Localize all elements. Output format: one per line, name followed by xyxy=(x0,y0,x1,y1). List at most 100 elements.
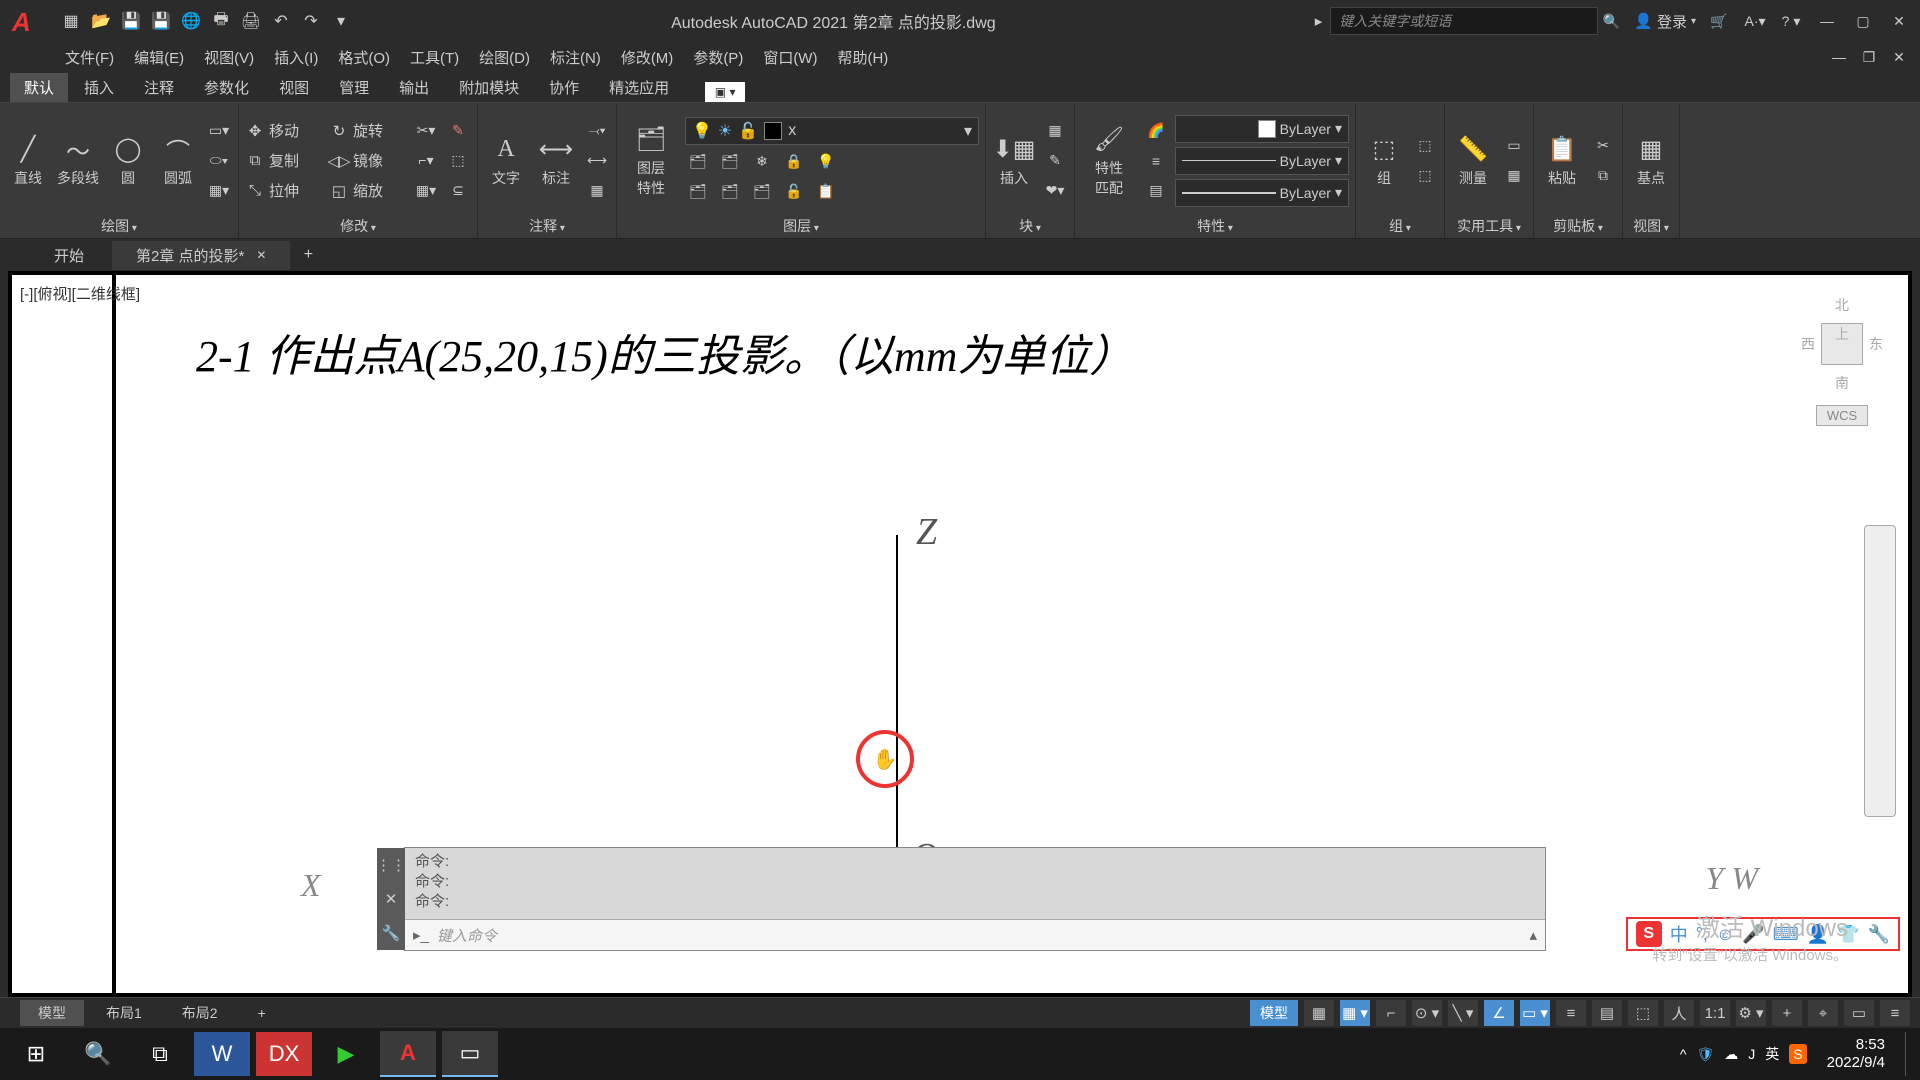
tab-layout2[interactable]: 布局2 xyxy=(164,1000,236,1026)
grid-display-icon[interactable]: ▦ xyxy=(1304,1000,1334,1026)
trim-icon[interactable]: ✂▾ xyxy=(413,118,439,144)
rotate-button[interactable]: ↻旋转 xyxy=(329,120,407,141)
word-app-icon[interactable]: W xyxy=(194,1032,250,1076)
app-a-icon[interactable]: A·▾ xyxy=(1742,11,1768,31)
clip-copy-icon[interactable]: ⧉ xyxy=(1590,163,1616,189)
wcs-badge[interactable]: WCS xyxy=(1816,405,1868,426)
menu-window[interactable]: 窗口(W) xyxy=(763,47,817,68)
panel-modify-title[interactable]: 修改 xyxy=(245,214,471,238)
color-dropdown[interactable]: ByLayer▾ xyxy=(1175,115,1349,143)
measure-button[interactable]: 📏测量 xyxy=(1451,134,1495,188)
explode-icon[interactable]: ⬚ xyxy=(445,148,471,174)
color-wheel-icon[interactable]: 🌈 xyxy=(1143,118,1169,144)
scale-ratio[interactable]: 1:1 xyxy=(1700,1000,1730,1026)
panel-utils-title[interactable]: 实用工具 xyxy=(1451,214,1527,238)
menu-format[interactable]: 格式(O) xyxy=(338,47,390,68)
tray-cloud-icon[interactable]: ☁ xyxy=(1724,1046,1738,1063)
panel-blocks-title[interactable]: 块 xyxy=(992,214,1068,238)
cmdline-history-icon[interactable]: ▴ xyxy=(1529,926,1537,944)
group-button[interactable]: ⬚组 xyxy=(1362,134,1406,188)
text-button[interactable]: A文字 xyxy=(484,134,528,188)
lineweight-icon[interactable]: ≡ xyxy=(1556,1000,1586,1026)
cart-icon[interactable]: 🛒 xyxy=(1706,11,1732,31)
panel-annotate-title[interactable]: 注释 xyxy=(484,214,610,238)
saveas-icon[interactable]: 💾 xyxy=(150,10,172,32)
tray-shield-icon[interactable]: 🛡 xyxy=(1696,1046,1714,1063)
menu-tools[interactable]: 工具(T) xyxy=(410,47,459,68)
lineweight-dropdown[interactable]: ByLayer▾ xyxy=(1175,147,1349,175)
ribbon-tab-collab[interactable]: 协作 xyxy=(535,73,593,102)
panel-draw-title[interactable]: 绘图 xyxy=(6,214,232,238)
model-space-badge[interactable]: 模型 xyxy=(1250,1000,1298,1026)
panel-groups-title[interactable]: 组 xyxy=(1362,214,1438,238)
matchprops-button[interactable]: 🖌特性 匹配 xyxy=(1081,124,1137,198)
polar-icon[interactable]: ⊙ ▾ xyxy=(1412,1000,1442,1026)
block-edit-icon[interactable]: ✎ xyxy=(1042,148,1068,174)
ribbon-tab-view[interactable]: 视图 xyxy=(265,73,323,102)
block-create-icon[interactable]: ▦ xyxy=(1042,118,1068,144)
cmdline-wrench-icon[interactable]: 🔧 xyxy=(382,924,401,942)
polyline-button[interactable]: 〜多段线 xyxy=(56,134,100,188)
layer-state-icon[interactable]: 📋 xyxy=(813,179,839,205)
base-button[interactable]: ▦基点 xyxy=(1629,134,1673,188)
command-line[interactable]: ⋮⋮ ✕ 🔧 命令: 命令: 命令: ▸_ 键入命令 ▴ xyxy=(404,847,1546,951)
cmdline-grip-icon[interactable]: ⋮⋮ xyxy=(376,856,406,874)
app-logo[interactable]: A xyxy=(12,7,40,35)
menu-param[interactable]: 参数(P) xyxy=(693,47,743,68)
new-icon[interactable]: ▦ xyxy=(60,10,82,32)
layer-thaw-icon[interactable]: 🗂 xyxy=(749,179,775,205)
tray-up-icon[interactable]: ^ xyxy=(1680,1046,1687,1062)
qat-more-icon[interactable]: ▾ xyxy=(330,10,352,32)
menu-draw[interactable]: 绘图(D) xyxy=(479,47,530,68)
canvas[interactable]: [-][俯视][二维线框] 2-1 作出点A(25,20,15)的三投影。（以m… xyxy=(8,271,1912,997)
move-button[interactable]: ✥移动 xyxy=(245,120,323,141)
linetype-dropdown[interactable]: ByLayer▾ xyxy=(1175,179,1349,207)
tray-lang-icon[interactable]: J xyxy=(1748,1046,1755,1062)
doc-close-button[interactable]: ✕ xyxy=(1886,47,1912,67)
doc-restore-button[interactable]: ❐ xyxy=(1856,47,1882,67)
menu-file[interactable]: 文件(F) xyxy=(65,47,114,68)
table-icon[interactable]: ▦ xyxy=(584,178,610,204)
scale-button[interactable]: ◱缩放 xyxy=(329,180,407,201)
hatch-icon[interactable]: ▦▾ xyxy=(206,178,232,204)
redo-icon[interactable]: ↷ xyxy=(300,10,322,32)
cmdline-handle[interactable]: ⋮⋮ ✕ 🔧 xyxy=(377,848,405,950)
login-button[interactable]: 👤 登录 ▾ xyxy=(1634,11,1696,32)
line-button[interactable]: ╱直线 xyxy=(6,134,50,188)
ellipse-icon[interactable]: ⬭▾ xyxy=(206,148,232,174)
leader-icon[interactable]: ⤙▾ xyxy=(584,118,610,144)
osnap-track-icon[interactable]: ▭ ▾ xyxy=(1520,1000,1550,1026)
snap-plus-icon[interactable]: + xyxy=(1772,1000,1802,1026)
layer-unlock-icon[interactable]: 🔓 xyxy=(781,179,807,205)
ribbon-tab-annotate[interactable]: 注释 xyxy=(130,73,188,102)
layer-off-icon[interactable]: 🗂 xyxy=(685,179,711,205)
autocad-app-icon[interactable]: A xyxy=(380,1031,436,1077)
view-cube-face[interactable]: 上 xyxy=(1821,323,1863,365)
tray-sogou-icon[interactable]: S xyxy=(1789,1044,1806,1064)
gear-icon[interactable]: ⚙ ▾ xyxy=(1736,1000,1766,1026)
tab-model[interactable]: 模型 xyxy=(20,1000,84,1026)
erase-icon[interactable]: ✎ xyxy=(445,118,471,144)
fillet-icon[interactable]: ⌐▾ xyxy=(413,148,439,174)
customize-icon[interactable]: ≡ xyxy=(1880,1000,1910,1026)
offset-icon[interactable]: ⊆ xyxy=(445,178,471,204)
player-app-icon[interactable]: ▶ xyxy=(318,1032,374,1076)
maximize-button[interactable]: ▢ xyxy=(1850,11,1876,31)
ribbon-expand-icon[interactable]: ▣ ▾ xyxy=(705,82,745,102)
ungroup-icon[interactable]: ⬚ xyxy=(1412,133,1438,159)
print-icon[interactable]: 🖨 xyxy=(240,10,262,32)
plot-icon[interactable]: 🖶 xyxy=(210,10,232,32)
cycle-icon[interactable]: ⬚ xyxy=(1628,1000,1658,1026)
ortho-icon[interactable]: ⌐ xyxy=(1376,1000,1406,1026)
tray-ime-label[interactable]: 英 xyxy=(1765,1044,1779,1064)
layer-freeze-icon[interactable]: ❄ xyxy=(749,149,775,175)
circle-button[interactable]: ◯圆 xyxy=(106,134,150,188)
close-button[interactable]: ✕ xyxy=(1886,11,1912,31)
layer-iso-icon[interactable]: 🗂 xyxy=(717,149,743,175)
filetab-add-button[interactable]: + xyxy=(294,243,322,267)
ribbon-tab-insert[interactable]: 插入 xyxy=(70,73,128,102)
filetab-close-icon[interactable]: ✕ xyxy=(256,248,266,262)
panel-props-title[interactable]: 特性 xyxy=(1081,214,1349,238)
mirror-button[interactable]: ◁▷镜像 xyxy=(329,150,407,171)
ribbon-tab--ork addons[interactable]: 附加模块 xyxy=(445,73,533,102)
